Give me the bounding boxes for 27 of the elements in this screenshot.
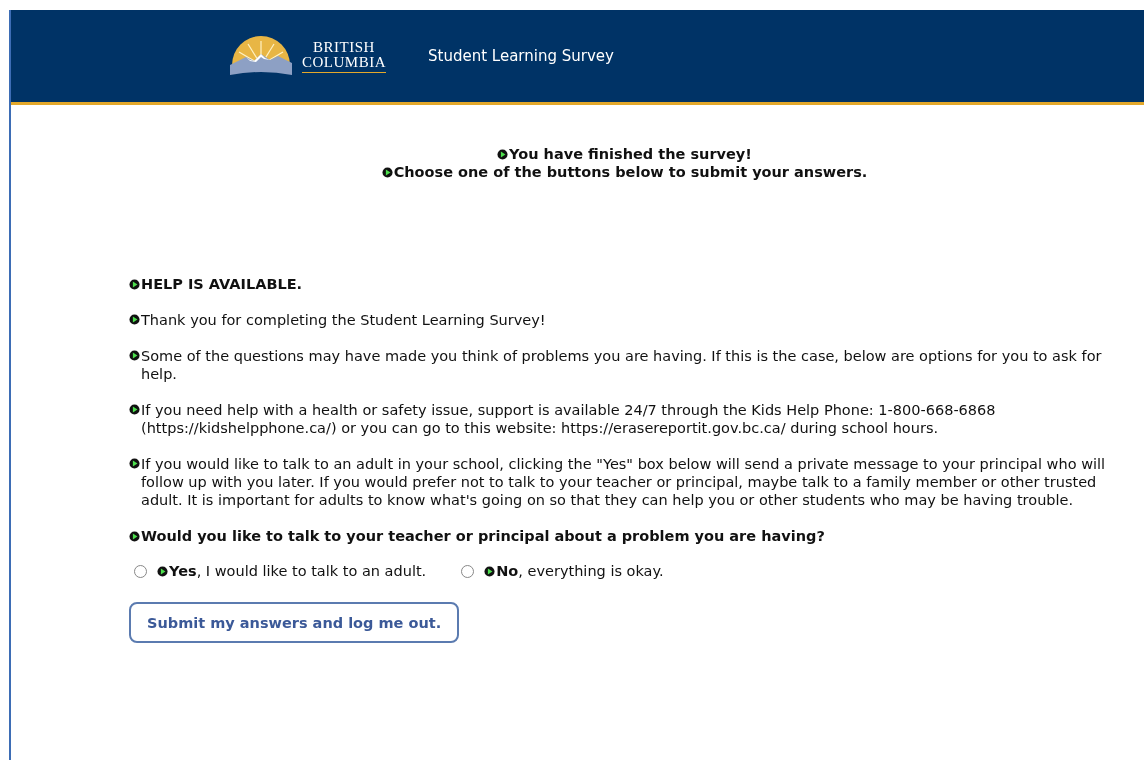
play-icon[interactable]	[129, 530, 140, 542]
play-icon[interactable]	[129, 458, 140, 469]
question-text: Would you like to talk to your teacher or principal about a problem you are having?	[141, 527, 825, 545]
play-icon[interactable]	[381, 166, 393, 178]
submit-button[interactable]: Submit my answers and log me out.	[129, 602, 460, 643]
help-paragraph: Thank you for completing the Student Learning Survey!	[141, 311, 546, 329]
help-paragraph: If you would like to talk to an adult in your school, clicking the "Yes" box below will send a private message to your principal who will follow up with you later. If you would prefer not to talk to your teacher or principal, maybe talk to a family member or other trusted adult. It is important for adults to know what's going on so that they can help you or other students who may be having trouble.	[141, 455, 1107, 509]
help-paragraph: If you need help with a health or safety issue, support is available 24/7 through the Kids Help Phone: 1-800-668-6868 (https://kidshelpphone.ca/) or you can go to this website: https://erasereportit.gov.bc.ca/ during school hours.	[141, 401, 997, 437]
sun-mountain-logo-icon	[228, 35, 294, 77]
play-icon[interactable]	[497, 148, 509, 160]
finish-message: Choose one of the buttons below to submit your answers.	[393, 163, 868, 181]
logo-wordmark-top: BRITISH	[313, 39, 375, 55]
option-label[interactable]: Yes, I would like to talk to an adult.	[169, 562, 427, 580]
help-paragraph: Some of the questions may have made you think of problems you are having. If this is the case, below are options for you to ask for help.	[141, 347, 1103, 383]
help-heading: HELP IS AVAILABLE.	[141, 275, 303, 293]
radio-button[interactable]	[134, 564, 147, 578]
logo-wordmark-bottom: COLUMBIA	[302, 54, 386, 73]
play-icon[interactable]	[157, 565, 168, 577]
play-icon[interactable]	[129, 350, 140, 361]
play-icon[interactable]	[129, 404, 140, 415]
play-icon[interactable]	[484, 565, 496, 577]
survey-title: Student Learning Survey	[428, 45, 614, 67]
play-icon[interactable]	[129, 314, 140, 325]
option-label[interactable]: No, everything is okay.	[496, 562, 664, 580]
finish-message: You have finished the survey!	[509, 145, 752, 163]
play-icon[interactable]	[129, 278, 140, 290]
radio-button[interactable]	[461, 564, 475, 578]
